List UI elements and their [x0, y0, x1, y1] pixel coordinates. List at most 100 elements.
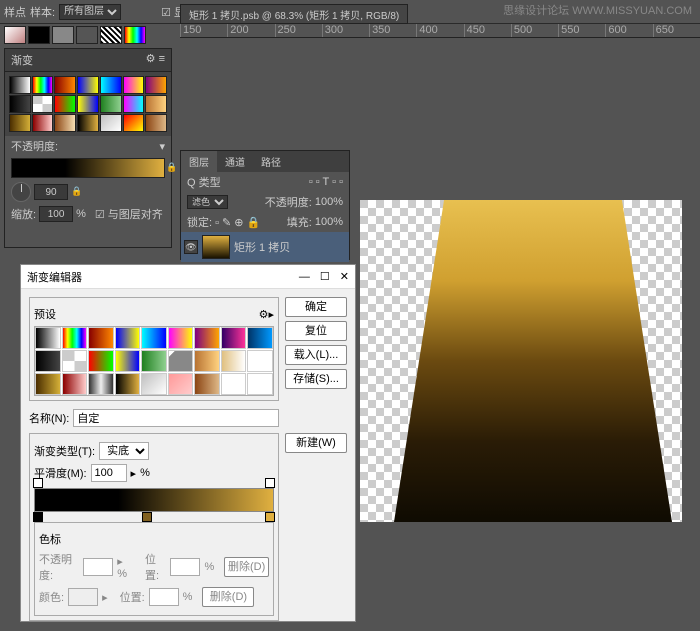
stop-color-swatch[interactable]: [68, 588, 98, 606]
gradient-preset[interactable]: [145, 76, 167, 94]
gradient-preset[interactable]: [100, 95, 122, 113]
angle-dial[interactable]: [11, 182, 31, 202]
gradient-edit-bar[interactable]: [34, 488, 274, 512]
align-checkbox[interactable]: ☑ 与图层对齐: [95, 206, 163, 222]
dialog-preset[interactable]: [221, 350, 247, 372]
close-icon[interactable]: ✕: [340, 271, 349, 283]
dialog-preset[interactable]: [35, 373, 61, 395]
dialog-preset[interactable]: [221, 327, 247, 349]
gradient-preset[interactable]: [54, 76, 76, 94]
color-stop[interactable]: [265, 512, 275, 522]
ok-button[interactable]: 确定: [285, 297, 347, 317]
tab-paths[interactable]: 路径: [253, 151, 289, 172]
dialog-preset[interactable]: [194, 373, 220, 395]
dialog-preset[interactable]: [88, 373, 114, 395]
stop-opacity-input[interactable]: [83, 558, 113, 576]
save-button[interactable]: 存储(S)...: [285, 369, 347, 389]
dialog-preset[interactable]: [115, 350, 141, 372]
filter-icons[interactable]: ▫ ▫ T ▫ ▫: [309, 176, 343, 188]
layer-thumbnail[interactable]: [202, 235, 230, 259]
dialog-preset[interactable]: [62, 373, 88, 395]
gradient-preset[interactable]: [145, 114, 167, 132]
dialog-preset[interactable]: [115, 327, 141, 349]
gradient-preset[interactable]: [77, 76, 99, 94]
dialog-preset[interactable]: [35, 327, 61, 349]
gradient-preset[interactable]: [145, 95, 167, 113]
tab-channels[interactable]: 通道: [217, 151, 253, 172]
swatch-gray[interactable]: [52, 26, 74, 44]
gradient-preset[interactable]: [77, 114, 99, 132]
gradient-preset[interactable]: [54, 95, 76, 113]
swatch-gradient[interactable]: [4, 26, 26, 44]
stop-pos-input[interactable]: [170, 558, 200, 576]
swatch-darkgray[interactable]: [76, 26, 98, 44]
swatch-black[interactable]: [28, 26, 50, 44]
swatch-spectrum[interactable]: [124, 26, 146, 44]
gradient-preset[interactable]: [54, 114, 76, 132]
canvas[interactable]: [360, 200, 682, 522]
gradient-preset[interactable]: [9, 114, 31, 132]
gradient-preset[interactable]: [32, 95, 54, 113]
dialog-preset[interactable]: [141, 327, 167, 349]
gradient-preset[interactable]: [123, 95, 145, 113]
dialog-preset[interactable]: [168, 350, 194, 372]
gradient-preset[interactable]: [77, 95, 99, 113]
dialog-preset[interactable]: [247, 373, 273, 395]
dialog-preset[interactable]: [221, 373, 247, 395]
color-stop[interactable]: [142, 512, 152, 522]
presets-menu-icon[interactable]: ⚙▸: [259, 308, 274, 321]
dialog-preset[interactable]: [141, 373, 167, 395]
dialog-preset[interactable]: [62, 350, 88, 372]
dialog-preset[interactable]: [168, 373, 194, 395]
dialog-preset[interactable]: [247, 327, 273, 349]
delete-button[interactable]: 删除(D): [224, 557, 269, 577]
angle-input[interactable]: [34, 184, 68, 200]
gradient-preset[interactable]: [9, 95, 31, 113]
gradient-preset[interactable]: [100, 76, 122, 94]
gradient-preset[interactable]: [32, 114, 54, 132]
dialog-preset[interactable]: [168, 327, 194, 349]
dialog-preset[interactable]: [35, 350, 61, 372]
opacity-stop[interactable]: [33, 478, 43, 488]
lock-icons[interactable]: ▫ ✎ ⊕ 🔒: [215, 216, 260, 229]
dialog-preset[interactable]: [247, 350, 273, 372]
gradient-preset[interactable]: [123, 76, 145, 94]
layer-row[interactable]: 👁 矩形 1 拷贝: [181, 232, 349, 262]
gradient-preset[interactable]: [9, 76, 31, 94]
scale-input[interactable]: [39, 206, 73, 222]
panel-menu-icon[interactable]: ⚙ ≡: [146, 52, 165, 68]
gradient-preview-bar[interactable]: 🔒: [11, 158, 165, 178]
tab-layers[interactable]: 图层: [181, 151, 217, 172]
sample-select[interactable]: 所有图层: [59, 4, 121, 20]
blend-mode-select[interactable]: 滤色: [187, 195, 228, 209]
swatch-pattern[interactable]: [100, 26, 122, 44]
name-label: 名称(N):: [29, 410, 69, 426]
new-button[interactable]: 新建(W): [285, 433, 347, 453]
maximize-icon[interactable]: ☐: [320, 271, 330, 283]
load-button[interactable]: 载入(L)...: [285, 345, 347, 365]
opacity-stop[interactable]: [265, 478, 275, 488]
gradient-preset[interactable]: [100, 114, 122, 132]
delete-button2[interactable]: 删除(D): [202, 587, 254, 607]
gradient-preset[interactable]: [123, 114, 145, 132]
minimize-icon[interactable]: —: [299, 271, 310, 283]
dialog-preset[interactable]: [115, 373, 141, 395]
dialog-preset[interactable]: [88, 327, 114, 349]
type-select[interactable]: 实底: [99, 442, 149, 460]
dialog-preset[interactable]: [194, 350, 220, 372]
stop-pos-input2[interactable]: [149, 588, 179, 606]
dialog-preset[interactable]: [88, 350, 114, 372]
gradient-preset[interactable]: [32, 76, 54, 94]
dialog-preset[interactable]: [141, 350, 167, 372]
layer-name[interactable]: 矩形 1 拷贝: [234, 239, 290, 255]
lock-icon[interactable]: 🔒: [166, 162, 176, 174]
visibility-icon[interactable]: 👁: [184, 240, 198, 254]
lock-icon[interactable]: 🔒: [71, 186, 81, 198]
document-tab[interactable]: 矩形 1 拷贝.psb @ 68.3% (矩形 1 拷贝, RGB/8): [180, 4, 408, 24]
dialog-preset[interactable]: [62, 327, 88, 349]
cancel-button[interactable]: 复位: [285, 321, 347, 341]
smooth-input[interactable]: [91, 464, 127, 482]
color-stop[interactable]: [33, 512, 43, 522]
name-input[interactable]: [73, 409, 279, 427]
dialog-preset[interactable]: [194, 327, 220, 349]
